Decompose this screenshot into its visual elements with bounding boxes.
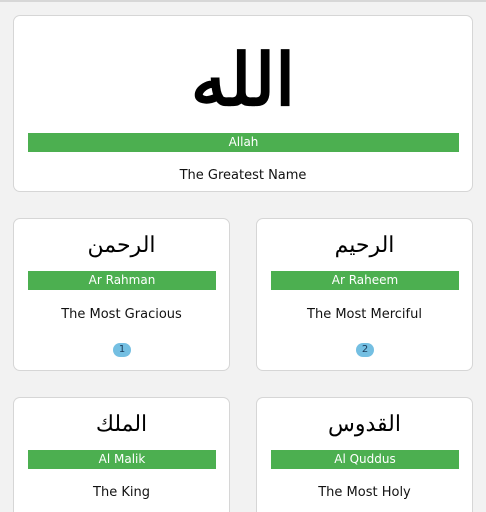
name-arabic: الرحيم bbox=[334, 233, 395, 258]
name-meaning: The King bbox=[93, 485, 150, 500]
name-meaning: The Most Holy bbox=[318, 485, 411, 500]
top-divider bbox=[0, 0, 486, 2]
hero-arabic-calligraphy: الله bbox=[190, 37, 296, 122]
name-card-2[interactable]: الرحيم Ar Raheem The Most Merciful 2 bbox=[256, 218, 473, 371]
name-arabic: القدوس bbox=[328, 412, 401, 437]
name-number-badge: 2 bbox=[356, 343, 374, 357]
hero-name-card[interactable]: الله Allah The Greatest Name bbox=[13, 15, 473, 192]
name-transliteration-bar: Ar Rahman bbox=[28, 271, 216, 290]
hero-meaning: The Greatest Name bbox=[179, 168, 307, 183]
name-arabic: الرحمن bbox=[87, 233, 156, 258]
name-meaning: The Most Gracious bbox=[61, 307, 182, 322]
name-transliteration-bar: Ar Raheem bbox=[271, 271, 459, 290]
hero-transliteration-bar: Allah bbox=[28, 133, 459, 152]
name-transliteration-bar: Al Quddus bbox=[271, 450, 459, 469]
name-card-4[interactable]: القدوس Al Quddus The Most Holy bbox=[256, 397, 473, 512]
name-transliteration-bar: Al Malik bbox=[28, 450, 216, 469]
name-meaning: The Most Merciful bbox=[307, 307, 422, 322]
name-arabic: الملك bbox=[95, 412, 148, 437]
name-card-3[interactable]: الملك Al Malik The King bbox=[13, 397, 230, 512]
name-card-1[interactable]: الرحمن Ar Rahman The Most Gracious 1 bbox=[13, 218, 230, 371]
name-number-badge: 1 bbox=[113, 343, 131, 357]
